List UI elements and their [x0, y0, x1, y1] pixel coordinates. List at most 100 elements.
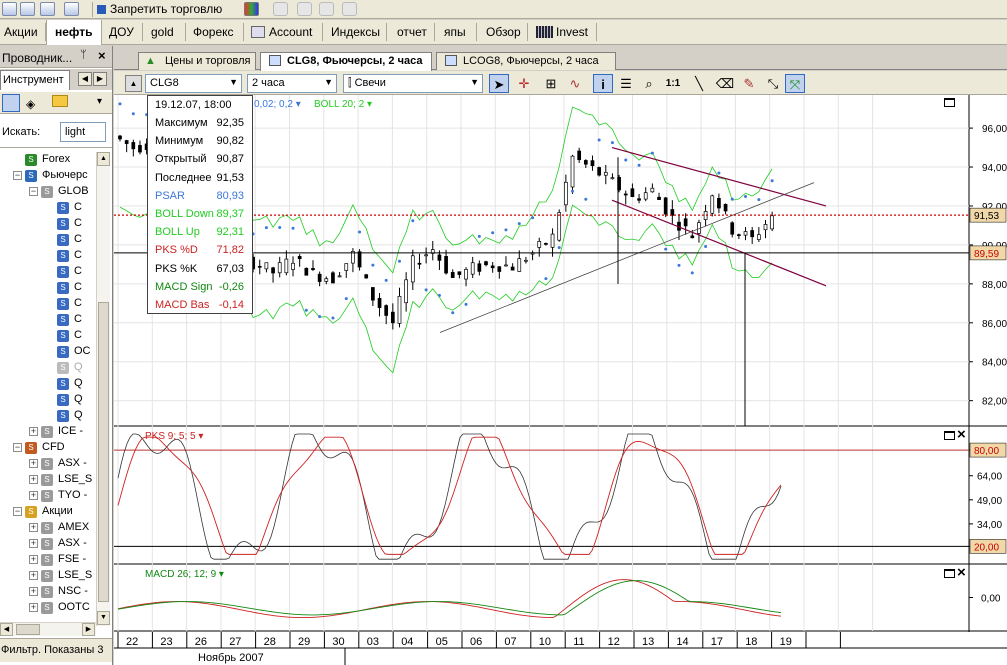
tab-forex[interactable]: Форекс — [193, 25, 234, 39]
expand-icon[interactable]: + — [29, 459, 38, 468]
scroll-up-icon[interactable]: ▲ — [97, 152, 110, 166]
crosshair-icon[interactable]: ✛ — [514, 74, 534, 93]
tab-akcii[interactable]: Акции — [4, 25, 38, 39]
tooltip-label: PKS %K — [155, 262, 198, 275]
tooltip-label: Открытый — [155, 153, 207, 166]
list-icon[interactable]: ☰ — [616, 74, 636, 93]
print-icon[interactable] — [64, 2, 79, 16]
tab-neft[interactable]: нефть — [55, 25, 93, 39]
expand-icon[interactable]: + — [29, 571, 38, 580]
pin-icon[interactable]: ᛘ — [80, 49, 87, 61]
tab-lcog8-label: LCOG8, Фьючерсы, 2 часа — [463, 55, 599, 67]
expand-icon[interactable]: + — [29, 427, 38, 436]
expand-icon[interactable]: + — [29, 587, 38, 596]
tab-indexes[interactable]: Индексы — [331, 25, 380, 39]
scroll-thumb[interactable] — [98, 302, 109, 602]
forbid-trading-toggle[interactable]: Запретить торговлю — [92, 2, 222, 17]
collapse-icon[interactable]: ▲ — [125, 75, 142, 92]
indicator-icon[interactable]: ∿ — [565, 74, 585, 93]
save-all-icon[interactable] — [40, 2, 55, 16]
folder-icon[interactable] — [52, 95, 68, 107]
expand-icon[interactable]: + — [29, 603, 38, 612]
instrument-icon: S — [57, 298, 69, 310]
grid-icon[interactable]: ⊞ — [541, 74, 561, 93]
tab-prices-trading[interactable]: ▲ Цены и торговля — [138, 52, 256, 70]
tab-lcog8[interactable]: LCOG8, Фьючерсы, 2 часа — [436, 52, 616, 70]
scroll-left-icon[interactable]: ◀ — [0, 623, 13, 636]
expand-icon[interactable]: + — [29, 491, 38, 500]
expand-icon[interactable]: + — [29, 539, 38, 548]
scroll-down-icon[interactable]: ▼ — [97, 611, 110, 625]
home-icon[interactable] — [319, 2, 334, 16]
resize-icon[interactable]: ⤡ — [763, 74, 783, 93]
maximize-macd-icon[interactable] — [944, 569, 955, 578]
tab-scroll-left-icon[interactable]: ◀ — [78, 72, 92, 86]
maximize-price-icon[interactable] — [944, 98, 955, 107]
zoom-icon[interactable]: ⌕ — [639, 74, 659, 93]
cursor-tool-icon[interactable]: ➤ — [489, 74, 509, 93]
palette-icon[interactable] — [244, 2, 259, 16]
collapse-icon[interactable]: − — [13, 507, 22, 516]
candle-body — [390, 311, 395, 324]
tree-scrollbar[interactable]: ▲ ▼ — [96, 152, 110, 626]
tab-dou[interactable]: ДОУ — [109, 25, 134, 39]
search-input[interactable]: light — [60, 122, 106, 142]
symbol-select[interactable]: CLG8 ▼ — [145, 74, 242, 93]
draw-tool-icon[interactable]: ✎ — [739, 74, 759, 93]
horizontal-scrollbar[interactable]: ◀ ▶ — [0, 622, 96, 636]
psar-label[interactable]: 0,02; 0,2 ▾ — [254, 99, 301, 110]
candle-body — [371, 287, 375, 301]
expand-icon[interactable]: + — [29, 523, 38, 532]
tree-item-label: Forex — [42, 153, 71, 165]
maximize-pks-icon[interactable] — [944, 431, 955, 440]
collapse-icon[interactable]: − — [13, 171, 22, 180]
tab-obzor[interactable]: Обзор — [486, 25, 521, 39]
tooltip-value: 92,31 — [216, 226, 244, 239]
info-icon[interactable]: i — [593, 74, 613, 93]
instrument-icon: S — [57, 202, 69, 214]
back-icon[interactable] — [273, 2, 288, 16]
instrument-icon: S — [57, 362, 69, 374]
candle-body — [257, 265, 262, 268]
hscroll-thumb[interactable] — [16, 624, 40, 635]
chart-style-select[interactable]: ⫿ Свечи ▼ — [343, 74, 483, 93]
grid-view-icon[interactable] — [2, 94, 20, 112]
boll-label[interactable]: BOLL 20; 2 ▾ — [314, 99, 372, 110]
candle-body — [557, 212, 562, 241]
collapse-icon[interactable]: − — [29, 187, 38, 196]
close-pks-icon[interactable]: × — [957, 427, 966, 442]
scroll-right-icon[interactable]: ▶ — [82, 623, 95, 636]
tab-gold[interactable]: gold — [151, 25, 174, 39]
expand-icon[interactable]: + — [29, 475, 38, 484]
tab-clg8[interactable]: CLG8, Фьючерсы, 2 часа — [260, 52, 432, 71]
day-label: 19 — [780, 636, 792, 648]
save-icon[interactable] — [20, 2, 35, 16]
candle-body — [537, 241, 542, 248]
close-macd-icon[interactable]: × — [957, 565, 966, 580]
auto-scale-icon[interactable]: ⤧ — [785, 74, 805, 93]
line-tool-icon[interactable]: ╲ — [689, 74, 709, 93]
expand-icon[interactable]: + — [29, 555, 38, 564]
tab-yapy[interactable]: япы — [444, 25, 466, 39]
forward-icon[interactable] — [297, 2, 312, 16]
tab-scroll-right-icon[interactable]: ▶ — [93, 72, 107, 86]
scale-1to1-icon[interactable]: 1:1 — [663, 74, 683, 93]
dropdown-arrow-icon[interactable]: ▾ — [97, 96, 102, 107]
refresh-icon[interactable] — [342, 2, 357, 16]
eraser-icon[interactable]: ⌫ — [715, 74, 735, 93]
collapse-icon[interactable]: − — [13, 443, 22, 452]
instrument-icon: S — [57, 394, 69, 406]
tab-report[interactable]: отчет — [397, 25, 427, 39]
tab-invest[interactable]: Invest — [556, 25, 588, 39]
close-icon[interactable]: × — [98, 48, 106, 63]
tab-account[interactable]: Account — [269, 25, 312, 39]
period-select[interactable]: 2 часа ▼ — [247, 74, 337, 93]
tooltip-label: BOLL Up — [155, 226, 200, 239]
open-icon[interactable] — [2, 2, 17, 16]
tree-item-label: AMEX — [58, 521, 90, 533]
candle-body — [743, 231, 748, 236]
macd-label[interactable]: MACD 26; 12; 9 ▾ — [145, 569, 224, 580]
layers-icon[interactable]: ◈ — [26, 97, 35, 111]
tab-instrument[interactable]: Инструмент — [0, 70, 70, 90]
pks-label[interactable]: PKS 9; 5; 5 ▾ — [145, 431, 203, 442]
